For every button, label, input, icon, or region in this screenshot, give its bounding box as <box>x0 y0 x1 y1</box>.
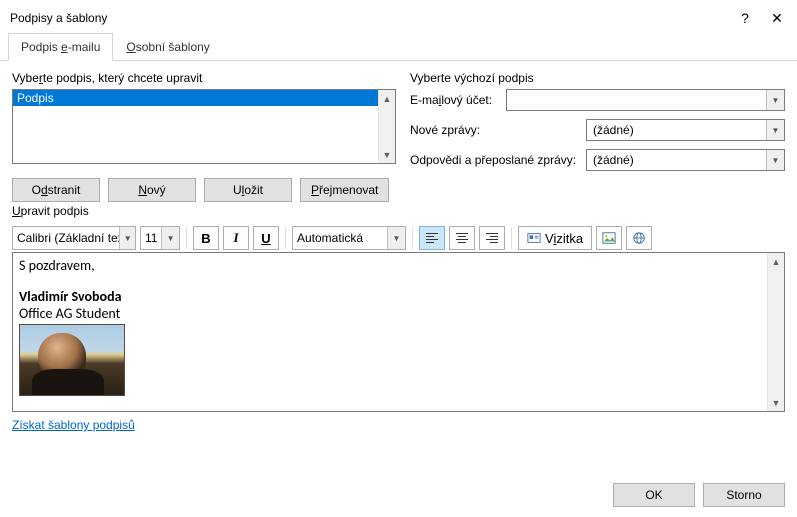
chevron-down-icon[interactable]: ▼ <box>766 90 784 110</box>
scroll-down-icon[interactable]: ▼ <box>768 394 784 411</box>
rename-button[interactable]: Přejmenovat <box>300 178 389 202</box>
toolbar-separator <box>186 227 187 249</box>
toolbar-separator <box>511 227 512 249</box>
dialog-footer: OK Storno <box>613 483 785 507</box>
editor-photo <box>19 324 125 396</box>
tab-strip: Podpis e-mailu Osobní šablony <box>0 32 797 61</box>
editor-greeting: S pozdravem, <box>19 257 761 274</box>
font-color-value: Automatická <box>293 231 367 245</box>
align-left-icon <box>426 233 438 243</box>
align-right-button[interactable] <box>479 226 505 250</box>
signature-buttons: Odstranit Nový Uložit Přejmenovat <box>12 178 396 202</box>
insert-link-button[interactable] <box>626 226 652 250</box>
signature-editor[interactable]: S pozdravem, Vladimír Svoboda Office AG … <box>12 252 785 412</box>
help-icon[interactable]: ? <box>737 10 753 26</box>
account-combo[interactable]: ▼ <box>506 89 785 111</box>
image-icon <box>602 231 616 245</box>
editor-name: Vladimír Svoboda <box>19 288 761 305</box>
chevron-down-icon[interactable]: ▼ <box>387 227 405 249</box>
reply-row: Odpovědi a přeposlané zprávy: (žádné) ▼ <box>410 149 785 171</box>
align-left-button[interactable] <box>419 226 445 250</box>
align-center-icon <box>456 233 468 243</box>
newmsg-label: Nové zprávy: <box>410 123 580 137</box>
chevron-down-icon[interactable]: ▼ <box>161 227 179 249</box>
window-buttons: ? ✕ <box>737 10 785 26</box>
toolbar-separator <box>285 227 286 249</box>
insert-image-button[interactable] <box>596 226 622 250</box>
select-signature-label: Vyberte podpis, který chcete upravit <box>12 71 396 85</box>
account-row: E-mailový účet: ▼ <box>410 89 785 111</box>
get-templates-row: Získat šablony podpisů <box>0 412 797 438</box>
scroll-down-icon[interactable]: ▼ <box>379 146 395 163</box>
editor-scrollbar[interactable]: ▲ ▼ <box>767 253 784 411</box>
delete-button[interactable]: Odstranit <box>12 178 100 202</box>
editor-role: Office AG Student <box>19 305 761 322</box>
window-title: Podpisy a šablony <box>10 11 107 25</box>
chevron-down-icon[interactable]: ▼ <box>119 227 135 249</box>
get-templates-link[interactable]: Získat šablony podpisů <box>12 418 135 432</box>
font-value: Calibri (Základní text) <box>13 231 119 245</box>
close-icon[interactable]: ✕ <box>769 10 785 26</box>
card-icon <box>527 231 541 245</box>
business-card-button[interactable]: Vizitka <box>518 226 592 250</box>
cancel-button[interactable]: Storno <box>703 483 785 507</box>
ok-button[interactable]: OK <box>613 483 695 507</box>
listbox-items: Podpis <box>13 90 378 163</box>
font-size-value: 11 <box>141 231 161 245</box>
newmsg-value: (žádné) <box>593 123 634 137</box>
listbox-scrollbar[interactable]: ▲ ▼ <box>378 90 395 163</box>
reply-value: (žádné) <box>593 153 634 167</box>
signature-item[interactable]: Podpis <box>13 90 378 106</box>
editor-section: Upravit podpis Calibri (Základní text) ▼… <box>0 202 797 412</box>
reply-combo[interactable]: (žádné) ▼ <box>586 149 785 171</box>
chevron-down-icon[interactable]: ▼ <box>766 150 784 170</box>
signature-listbox[interactable]: Podpis ▲ ▼ <box>12 89 396 164</box>
align-center-button[interactable] <box>449 226 475 250</box>
scroll-up-icon[interactable]: ▲ <box>379 90 395 107</box>
chevron-down-icon[interactable]: ▼ <box>766 120 784 140</box>
tab-personal-templates[interactable]: Osobní šablony <box>113 33 222 61</box>
account-label: E-mailový účet: <box>410 93 500 107</box>
scroll-up-icon[interactable]: ▲ <box>768 253 784 270</box>
save-button[interactable]: Uložit <box>204 178 292 202</box>
reply-label: Odpovědi a přeposlané zprávy: <box>410 153 580 167</box>
editor-toolbar: Calibri (Základní text) ▼ 11 ▼ B I U Aut… <box>12 226 785 250</box>
font-combo[interactable]: Calibri (Základní text) ▼ <box>12 226 136 250</box>
new-button[interactable]: Nový <box>108 178 196 202</box>
main-content: Vyberte podpis, který chcete upravit Pod… <box>0 61 797 202</box>
underline-button[interactable]: U <box>253 226 279 250</box>
align-right-icon <box>486 233 498 243</box>
editor-body[interactable]: S pozdravem, Vladimír Svoboda Office AG … <box>13 253 767 411</box>
default-signature-label: Vyberte výchozí podpis <box>410 71 785 85</box>
editor-label: Upravit podpis <box>12 204 785 218</box>
font-size-combo[interactable]: 11 ▼ <box>140 226 180 250</box>
titlebar: Podpisy a šablony ? ✕ <box>0 0 797 32</box>
bold-button[interactable]: B <box>193 226 219 250</box>
right-pane: Vyberte výchozí podpis E-mailový účet: ▼… <box>410 71 785 202</box>
font-color-combo[interactable]: Automatická ▼ <box>292 226 406 250</box>
left-pane: Vyberte podpis, který chcete upravit Pod… <box>12 71 396 202</box>
newmsg-combo[interactable]: (žádné) ▼ <box>586 119 785 141</box>
italic-button[interactable]: I <box>223 226 249 250</box>
toolbar-separator <box>412 227 413 249</box>
newmsg-row: Nové zprávy: (žádné) ▼ <box>410 119 785 141</box>
tab-email-signature[interactable]: Podpis e-mailu <box>8 33 113 61</box>
link-icon <box>632 231 646 245</box>
